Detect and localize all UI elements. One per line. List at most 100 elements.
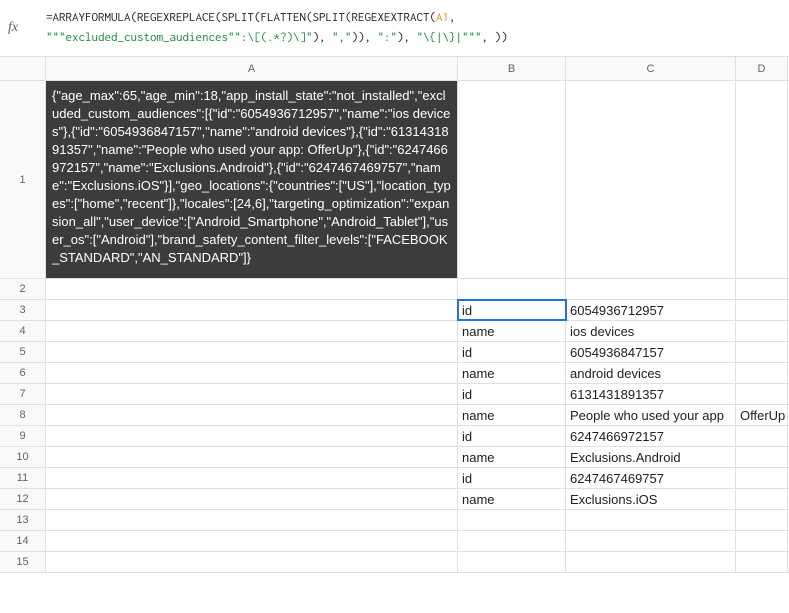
cell-D10[interactable] [736, 447, 788, 467]
cell-D9[interactable] [736, 426, 788, 446]
cell-C5[interactable]: 6054936847157 [566, 342, 736, 362]
cell-A4[interactable] [46, 321, 458, 341]
row-header[interactable]: 12 [0, 489, 46, 509]
row-15: 15 [0, 552, 789, 573]
col-header-C[interactable]: C [566, 57, 736, 80]
formula-str1: """excluded_custom_audiences"":\[(.*?)\]… [46, 31, 313, 44]
cell-B7[interactable]: id [458, 384, 566, 404]
cell-A7[interactable] [46, 384, 458, 404]
cell-B5[interactable]: id [458, 342, 566, 362]
cell-C14[interactable] [566, 531, 736, 551]
cell-C8[interactable]: People who used your app [566, 405, 736, 425]
cell-B15[interactable] [458, 552, 566, 572]
cell-A9[interactable] [46, 426, 458, 446]
row-header[interactable]: 5 [0, 342, 46, 362]
cell-A8[interactable] [46, 405, 458, 425]
formula-fn: =ARRAYFORMULA(REGEXREPLACE(SPLIT(FLATTEN… [46, 11, 436, 24]
row-header[interactable]: 13 [0, 510, 46, 530]
cell-A6[interactable] [46, 363, 458, 383]
cell-C2[interactable] [566, 279, 736, 299]
cell-C13[interactable] [566, 510, 736, 530]
cell-B8[interactable]: name [458, 405, 566, 425]
cell-B10[interactable]: name [458, 447, 566, 467]
cell-C3[interactable]: 6054936712957 [566, 300, 736, 320]
cell-C9[interactable]: 6247466972157 [566, 426, 736, 446]
cell-D5[interactable] [736, 342, 788, 362]
select-all-corner[interactable] [0, 57, 46, 80]
cell-D11[interactable] [736, 468, 788, 488]
row-header[interactable]: 1 [0, 81, 46, 278]
col-header-B[interactable]: B [458, 57, 566, 80]
row-7: 7 id 6131431891357 [0, 384, 789, 405]
cell-C11[interactable]: 6247467469757 [566, 468, 736, 488]
formula-str4: "\{|\}|""" [417, 31, 482, 44]
cell-D14[interactable] [736, 531, 788, 551]
cell-C6[interactable]: android devices [566, 363, 736, 383]
cell-D1[interactable] [736, 81, 788, 278]
cell-A1[interactable]: {"age_max":65,"age_min":18,"app_install_… [46, 81, 458, 278]
cell-D4[interactable] [736, 321, 788, 341]
row-header[interactable]: 3 [0, 300, 46, 320]
cell-D8[interactable]: OfferUp [736, 405, 788, 425]
cell-A5[interactable] [46, 342, 458, 362]
cell-D7[interactable] [736, 384, 788, 404]
cell-A11[interactable] [46, 468, 458, 488]
row-8: 8 name People who used your app OfferUp [0, 405, 789, 426]
cell-C12[interactable]: Exclusions.iOS [566, 489, 736, 509]
cell-B11[interactable]: id [458, 468, 566, 488]
row-4: 4 name ios devices [0, 321, 789, 342]
cell-D15[interactable] [736, 552, 788, 572]
cell-B6[interactable]: name [458, 363, 566, 383]
cell-B4[interactable]: name [458, 321, 566, 341]
cell-A10[interactable] [46, 447, 458, 467]
cell-B13[interactable] [458, 510, 566, 530]
cell-B14[interactable] [458, 531, 566, 551]
cell-A2[interactable] [46, 279, 458, 299]
row-header[interactable]: 8 [0, 405, 46, 425]
formula-str3: ":" [378, 31, 398, 44]
row-header[interactable]: 6 [0, 363, 46, 383]
column-headers: A B C D [0, 57, 789, 81]
cell-C1[interactable] [566, 81, 736, 278]
formula-punct4: , )) [482, 31, 508, 44]
cell-B2[interactable] [458, 279, 566, 299]
cell-D13[interactable] [736, 510, 788, 530]
cell-D6[interactable] [736, 363, 788, 383]
cell-D2[interactable] [736, 279, 788, 299]
cell-A12[interactable] [46, 489, 458, 509]
cell-B9[interactable]: id [458, 426, 566, 446]
col-header-A[interactable]: A [46, 57, 458, 80]
formula-punct1: ), [313, 31, 333, 44]
formula-punct3: ), [397, 31, 417, 44]
row-header[interactable]: 10 [0, 447, 46, 467]
formula-bar: fx =ARRAYFORMULA(REGEXREPLACE(SPLIT(FLAT… [0, 0, 789, 57]
grid-body: 1 {"age_max":65,"age_min":18,"app_instal… [0, 81, 789, 573]
cell-A14[interactable] [46, 531, 458, 551]
row-header[interactable]: 2 [0, 279, 46, 299]
row-header[interactable]: 7 [0, 384, 46, 404]
row-3: 3 id 6054936712957 [0, 300, 789, 321]
row-header[interactable]: 11 [0, 468, 46, 488]
cell-A3[interactable] [46, 300, 458, 320]
cell-A13[interactable] [46, 510, 458, 530]
row-header[interactable]: 14 [0, 531, 46, 551]
row-12: 12 name Exclusions.iOS [0, 489, 789, 510]
cell-B1[interactable] [458, 81, 566, 278]
row-2: 2 [0, 279, 789, 300]
cell-C10[interactable]: Exclusions.Android [566, 447, 736, 467]
cell-D12[interactable] [736, 489, 788, 509]
cell-C4[interactable]: ios devices [566, 321, 736, 341]
cell-C15[interactable] [566, 552, 736, 572]
formula-input[interactable]: =ARRAYFORMULA(REGEXREPLACE(SPLIT(FLATTEN… [40, 6, 789, 50]
cell-B12[interactable]: name [458, 489, 566, 509]
cell-B3[interactable]: id [458, 300, 566, 320]
cell-D3[interactable] [736, 300, 788, 320]
row-header[interactable]: 15 [0, 552, 46, 572]
cell-A15[interactable] [46, 552, 458, 572]
row-9: 9 id 6247466972157 [0, 426, 789, 447]
fx-label: fx [8, 6, 40, 36]
row-header[interactable]: 9 [0, 426, 46, 446]
col-header-D[interactable]: D [736, 57, 788, 80]
row-header[interactable]: 4 [0, 321, 46, 341]
cell-C7[interactable]: 6131431891357 [566, 384, 736, 404]
